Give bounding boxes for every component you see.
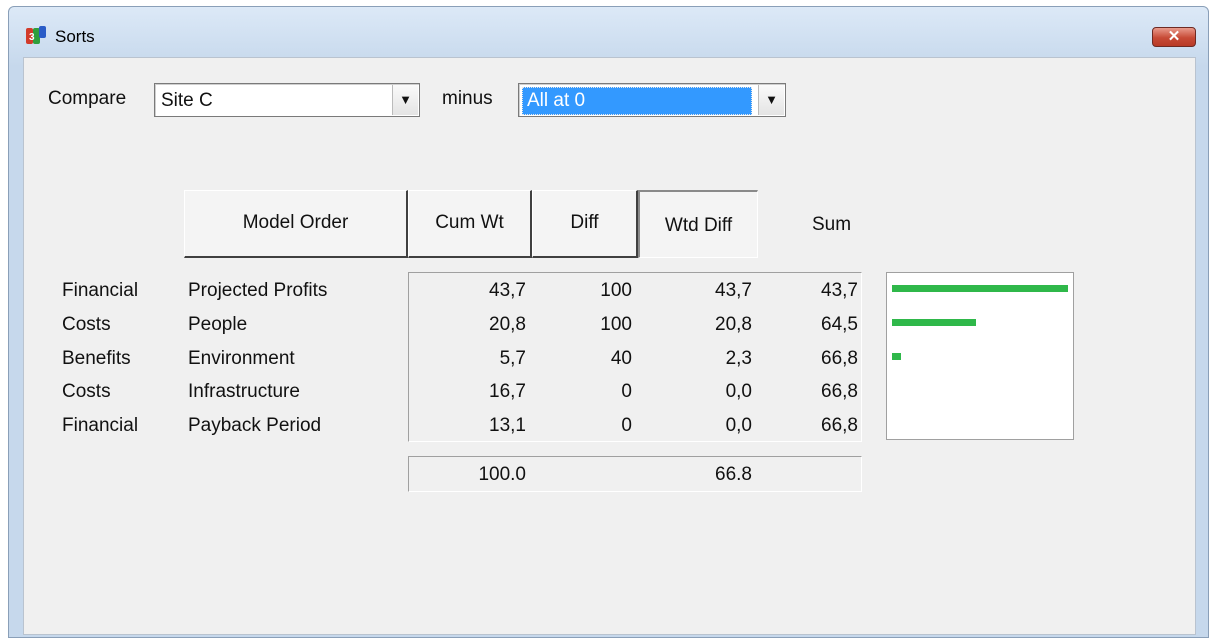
row-category: Costs <box>62 381 111 402</box>
model-order-button[interactable]: Model Order <box>184 190 408 258</box>
row-category: Costs <box>62 314 111 335</box>
row-criterion: Payback Period <box>188 415 322 436</box>
row-sum: 66,8 <box>821 348 858 369</box>
row-diff: 40 <box>610 348 632 369</box>
row-category: Financial <box>62 280 139 301</box>
compare-right-value: All at 0 <box>522 87 752 115</box>
compare-right-select[interactable]: All at 0 ▼ <box>518 83 786 117</box>
bar-2 <box>892 353 901 360</box>
row-diff: 100 <box>600 314 632 335</box>
row-diff: 0 <box>621 415 632 436</box>
cum-wt-button[interactable]: Cum Wt <box>408 190 532 258</box>
row-wtd-diff: 0,0 <box>725 381 752 402</box>
wtd-diff-button[interactable]: Wtd Diff <box>638 190 758 258</box>
row-wtd-diff: 0,0 <box>725 415 752 436</box>
row-criterion: Infrastructure <box>188 381 300 402</box>
row-criterion: Environment <box>188 348 295 369</box>
row-sum: 43,7 <box>821 280 858 301</box>
compare-label: Compare <box>48 88 127 109</box>
chevron-down-icon[interactable]: ▼ <box>758 85 784 115</box>
total-wtd-diff: 66.8 <box>715 464 752 485</box>
total-cum-wt: 100.0 <box>478 464 526 485</box>
bar-0 <box>892 285 1068 292</box>
bar-1 <box>892 319 976 326</box>
compare-left-value: Site C <box>161 90 213 111</box>
minus-label: minus <box>442 88 493 109</box>
sorts-window: 3 Sorts ✕ Compare Site C ▼ minus All at … <box>8 6 1209 638</box>
svg-text:3: 3 <box>29 32 35 43</box>
row-wtd-diff: 43,7 <box>715 280 752 301</box>
compare-left-select[interactable]: Site C ▼ <box>154 83 420 117</box>
row-diff: 100 <box>600 280 632 301</box>
row-sum: 64,5 <box>821 314 858 335</box>
client-area: Compare Site C ▼ minus All at 0 ▼ Model … <box>23 57 1196 635</box>
close-button[interactable]: ✕ <box>1152 27 1196 47</box>
row-sum: 66,8 <box>821 415 858 436</box>
row-cum-wt: 16,7 <box>489 381 526 402</box>
row-diff: 0 <box>621 381 632 402</box>
row-criterion: Projected Profits <box>188 280 328 301</box>
cumulative-bar-chart <box>886 272 1074 440</box>
row-cum-wt: 13,1 <box>489 415 526 436</box>
sum-header: Sum <box>812 214 852 235</box>
row-cum-wt: 43,7 <box>489 280 526 301</box>
row-cum-wt: 5,7 <box>499 348 526 369</box>
row-category: Benefits <box>62 348 131 369</box>
window-title: Sorts <box>55 27 95 46</box>
row-wtd-diff: 2,3 <box>725 348 752 369</box>
title-bar[interactable]: 3 Sorts ✕ <box>9 7 1208 57</box>
row-cum-wt: 20,8 <box>489 314 526 335</box>
row-category: Financial <box>62 415 139 436</box>
app-icon: 3 <box>26 26 46 44</box>
row-criterion: People <box>188 314 248 335</box>
chevron-down-icon[interactable]: ▼ <box>392 85 418 115</box>
row-wtd-diff: 20,8 <box>715 314 752 335</box>
diff-button[interactable]: Diff <box>532 190 638 258</box>
row-sum: 66,8 <box>821 381 858 402</box>
